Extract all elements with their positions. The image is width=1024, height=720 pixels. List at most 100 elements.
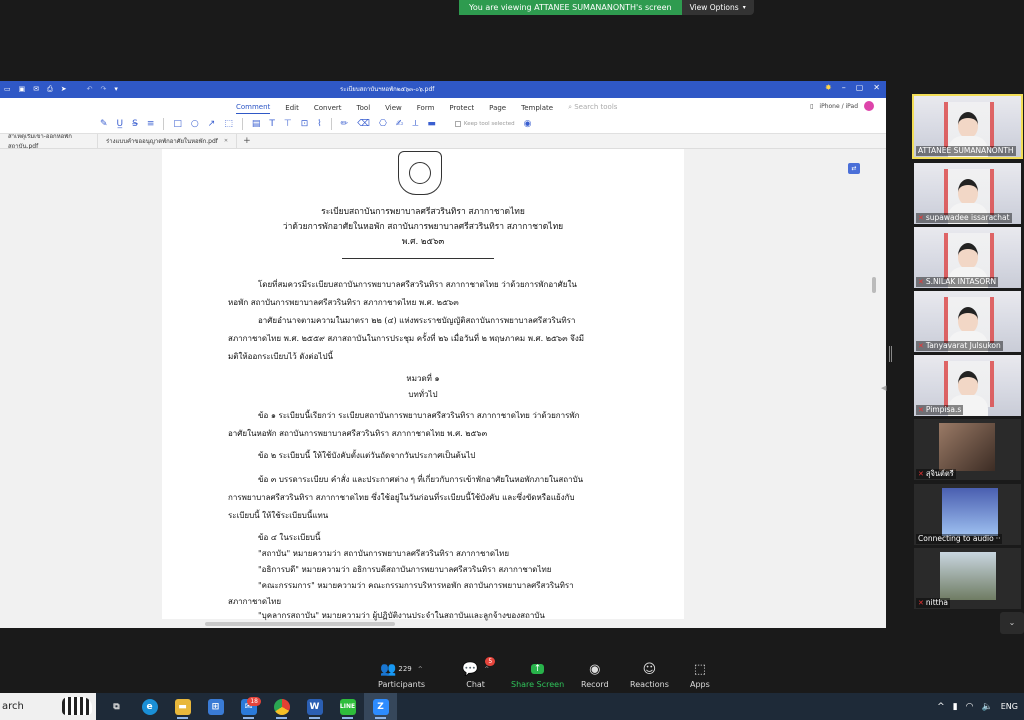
attach-icon[interactable]: ⌇	[317, 119, 321, 129]
highlight-icon[interactable]: ✎	[100, 119, 108, 129]
video-tile[interactable]: Connecting to audio ··	[914, 484, 1021, 545]
reactions-button[interactable]: ☺ Reactions	[630, 659, 669, 690]
record-icon: ◉	[589, 661, 601, 677]
search-tools-input[interactable]: ⌕ Search tools	[568, 103, 617, 114]
print-icon[interactable]: ⎙	[47, 85, 53, 94]
video-tile[interactable]: ✕ Tanyavarat Julsukon	[914, 291, 1021, 352]
account-avatar[interactable]	[864, 101, 874, 111]
meeting-controls: 👥 229 ^ Participants 💬 5 ^ Chat ↑ Share Scre…	[0, 655, 1024, 693]
chevron-up-icon[interactable]: ^	[484, 666, 489, 673]
translate-icon[interactable]: ⇄	[848, 163, 860, 174]
arrow-icon[interactable]: ↗	[208, 119, 216, 129]
pencil-icon[interactable]: ✏	[341, 119, 349, 129]
callout-icon[interactable]: ⊡	[301, 119, 309, 129]
hide-icon[interactable]: ▬	[427, 119, 436, 129]
measure-icon[interactable]: ⟂	[412, 119, 418, 129]
strikethrough-icon[interactable]: S̶	[132, 119, 138, 129]
language-indicator[interactable]: ENG	[1001, 702, 1018, 711]
eraser-icon[interactable]: ⌫	[357, 119, 370, 129]
device-label[interactable]: iPhone / iPad	[819, 103, 858, 110]
signature-icon[interactable]: ✍	[396, 119, 404, 129]
chat-button[interactable]: 💬 5 ^ Chat	[462, 657, 496, 689]
eye-icon[interactable]: ◉	[524, 119, 532, 129]
chevron-down-icon[interactable]: ⌄	[1000, 612, 1024, 634]
mail-icon[interactable]: ✉ 18	[232, 693, 265, 720]
menu-edit[interactable]: Edit	[285, 104, 299, 114]
menu-form[interactable]: Form	[417, 104, 435, 114]
checkbox-icon	[454, 120, 461, 127]
video-tile[interactable]: ATTANEE SUMANANONTH	[912, 94, 1023, 159]
quick-access-toolbar: ▭ ▣ ✉ ⎙ ➤ ↶ ↷ ▾	[0, 85, 118, 94]
text-icon[interactable]: T	[269, 119, 275, 129]
menu-tool[interactable]: Tool	[357, 104, 371, 114]
underline-icon[interactable]: U̲	[117, 119, 124, 129]
apps-button[interactable]: ⬚ Apps	[690, 659, 710, 690]
video-tile[interactable]: ✕ nittha	[914, 548, 1021, 609]
menu-comment[interactable]: Comment	[236, 103, 271, 114]
chrome-icon[interactable]	[265, 693, 298, 720]
zoom-icon[interactable]: Z	[364, 693, 397, 720]
menu-page[interactable]: Page	[489, 104, 506, 114]
chevron-up-icon[interactable]: ^	[937, 702, 945, 712]
participants-button[interactable]: 👥 229 ^ Participants	[378, 659, 425, 690]
collapse-panel-icon[interactable]: ◀	[881, 384, 886, 392]
maximize-icon[interactable]: ▢	[856, 83, 864, 92]
doc-clause-line: "สถาบัน" หมายความว่า สถาบันการพยาบาลศรีส…	[258, 549, 510, 558]
share-screen-button[interactable]: ↑ Share Screen	[511, 659, 564, 689]
shapes-icon[interactable]: ⬚	[224, 119, 233, 129]
wifi-icon[interactable]: ◠	[966, 702, 974, 712]
store-icon[interactable]: ⊞	[199, 693, 232, 720]
mic-muted-icon: ✕	[918, 470, 924, 478]
chevron-up-icon[interactable]: ^	[418, 666, 423, 673]
open-file-icon[interactable]: ▭	[4, 85, 11, 94]
add-tab-icon[interactable]: +	[237, 136, 257, 146]
volume-icon[interactable]: 🔈	[982, 702, 993, 712]
menu-view[interactable]: View	[385, 104, 402, 114]
record-button[interactable]: ◉ Record	[581, 659, 609, 690]
circle-icon[interactable]: ○	[191, 119, 199, 129]
video-tile[interactable]: ✕ สุจินต์ตรี	[914, 419, 1021, 480]
horizontal-scrollbar[interactable]	[205, 622, 395, 626]
send-icon[interactable]: ➤	[61, 85, 67, 94]
participant-video	[958, 371, 978, 397]
sun-icon[interactable]: ✸	[825, 83, 832, 92]
menu-template[interactable]: Template	[521, 104, 553, 114]
video-tile[interactable]: ✕ supawadee issarachat	[914, 163, 1021, 224]
close-tab-icon[interactable]: ✕	[224, 138, 228, 144]
chat-badge: 5	[485, 657, 496, 666]
word-icon[interactable]: W	[298, 693, 331, 720]
close-icon[interactable]: ✕	[873, 83, 880, 92]
stamp-icon[interactable]: ⎔	[379, 119, 387, 129]
note-icon[interactable]: ▤	[252, 119, 261, 129]
vertical-scrollbar[interactable]	[872, 277, 876, 293]
tab-document-2[interactable]: ร่างแบบคำขออนุญาตพักอาศัยในหอพัก.pdf ✕	[98, 133, 238, 149]
video-tile[interactable]: ✕ S.NILAK INTASORN	[914, 227, 1021, 288]
participant-video	[958, 112, 978, 138]
view-options-button[interactable]: View Options ▾	[681, 0, 754, 15]
redo-icon[interactable]: ↷	[100, 85, 106, 94]
text-list-icon[interactable]: ≡	[147, 119, 155, 129]
keep-tool-selected-checkbox[interactable]: Keep tool selected	[454, 120, 515, 127]
doc-title-line-1: ระเบียบสถาบันการพยาบาลศรีสวรินทิรา สภากา…	[321, 207, 525, 217]
battery-icon[interactable]: ▮	[953, 702, 958, 712]
minimize-icon[interactable]: –	[842, 83, 846, 92]
undo-icon[interactable]: ↶	[87, 85, 93, 94]
save-icon[interactable]: ▣	[19, 85, 26, 94]
participants-label: Participants	[378, 680, 425, 689]
mail-icon[interactable]: ✉	[33, 85, 39, 94]
taskbar-search[interactable]: arch	[0, 693, 96, 720]
split-drag-handle[interactable]	[889, 346, 892, 362]
participant-name: ✕ supawadee issarachat	[916, 213, 1012, 223]
edge-icon[interactable]: e	[133, 693, 166, 720]
file-explorer-icon[interactable]: ▬	[166, 693, 199, 720]
menu-convert[interactable]: Convert	[314, 104, 342, 114]
rectangle-icon[interactable]: □	[173, 119, 182, 129]
tab-document-1[interactable]: สาเหตุเริ่มเข้า-ออกหอพักสถาบัน.pdf	[0, 133, 98, 150]
line-icon[interactable]: LINE	[331, 693, 364, 720]
video-tile[interactable]: ✕ Pimpisa.s	[914, 355, 1021, 416]
institution-emblem	[398, 151, 442, 195]
menu-protect[interactable]: Protect	[449, 104, 474, 114]
text-box-icon[interactable]: ⊤	[284, 119, 292, 129]
task-view-icon[interactable]: ⧉	[100, 693, 133, 720]
customize-icon[interactable]: ▾	[114, 85, 118, 94]
